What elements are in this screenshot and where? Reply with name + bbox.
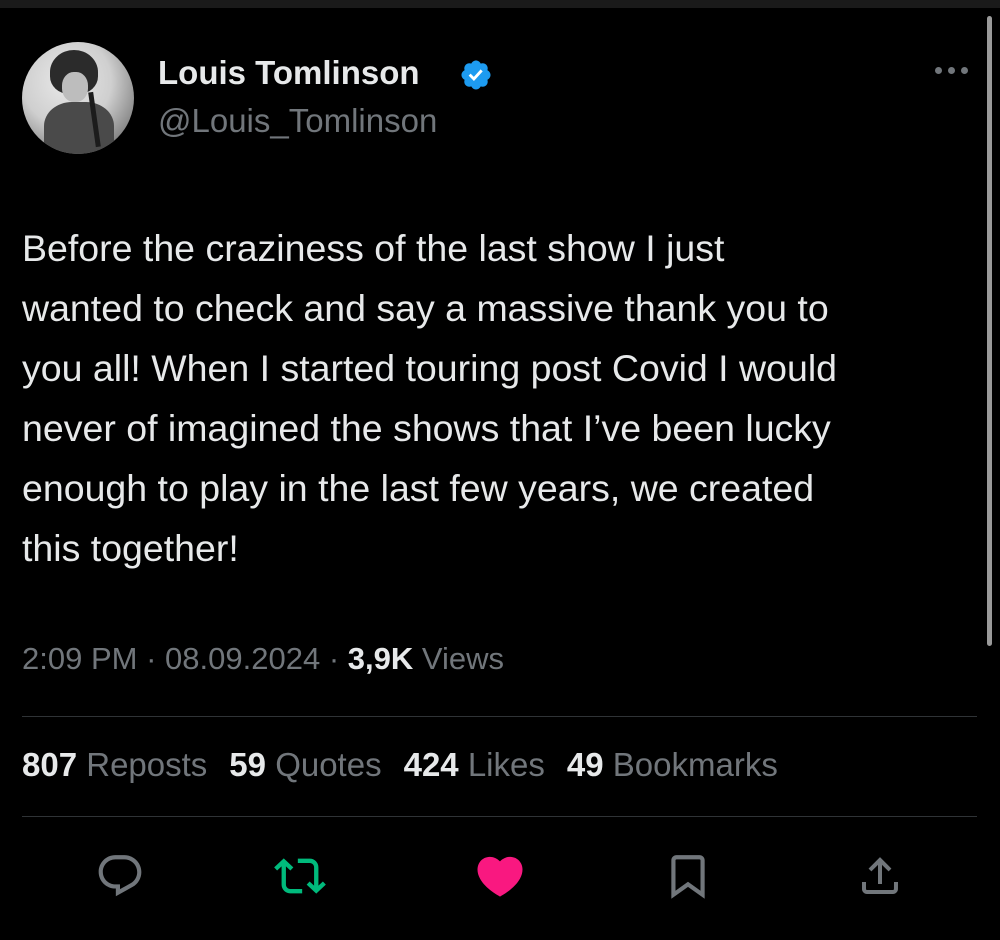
tweet-time[interactable]: 2:09 PM bbox=[22, 641, 137, 676]
user-handle[interactable]: @Louis_Tomlinson bbox=[158, 102, 437, 140]
share-icon bbox=[862, 857, 898, 894]
quotes-stat[interactable]: 59 Quotes bbox=[229, 746, 381, 784]
tweet-date[interactable]: 08.09.2024 bbox=[165, 641, 320, 676]
bookmark-icon bbox=[671, 855, 705, 899]
repost-button[interactable] bbox=[272, 848, 328, 904]
display-name[interactable]: Louis Tomlinson bbox=[158, 54, 420, 92]
likes-stat[interactable]: 424 Likes bbox=[404, 746, 545, 784]
heart-icon bbox=[477, 856, 523, 897]
more-options-icon[interactable] bbox=[935, 64, 975, 76]
like-button[interactable] bbox=[472, 848, 528, 904]
tweet-header: Louis Tomlinson @Louis_Tomlinson bbox=[22, 42, 972, 154]
scrollbar[interactable] bbox=[987, 16, 992, 646]
avatar[interactable] bbox=[22, 42, 134, 154]
views-label: Views bbox=[421, 641, 505, 676]
reposts-stat[interactable]: 807 Reposts bbox=[22, 746, 207, 784]
separator: · bbox=[146, 641, 157, 676]
verified-badge-icon bbox=[461, 60, 491, 90]
reply-icon bbox=[98, 855, 142, 897]
separator: · bbox=[328, 641, 340, 676]
views-count: 3,9K bbox=[347, 641, 414, 676]
tweet-text: Before the craziness of the last show I … bbox=[22, 227, 838, 569]
reply-button[interactable] bbox=[92, 848, 148, 904]
bookmark-button[interactable] bbox=[660, 848, 716, 904]
engagement-stats: 807 Reposts 59 Quotes 424 Likes 49 Bookm… bbox=[22, 746, 778, 784]
divider bbox=[22, 716, 977, 717]
action-bar bbox=[0, 848, 1000, 904]
top-bar bbox=[0, 0, 1000, 8]
bookmarks-stat[interactable]: 49 Bookmarks bbox=[567, 746, 778, 784]
repost-icon bbox=[274, 858, 326, 894]
divider bbox=[22, 816, 977, 817]
tweet-metadata: 2:09 PM · 08.09.2024 · 3,9K Views bbox=[22, 641, 504, 677]
share-button[interactable] bbox=[852, 848, 908, 904]
